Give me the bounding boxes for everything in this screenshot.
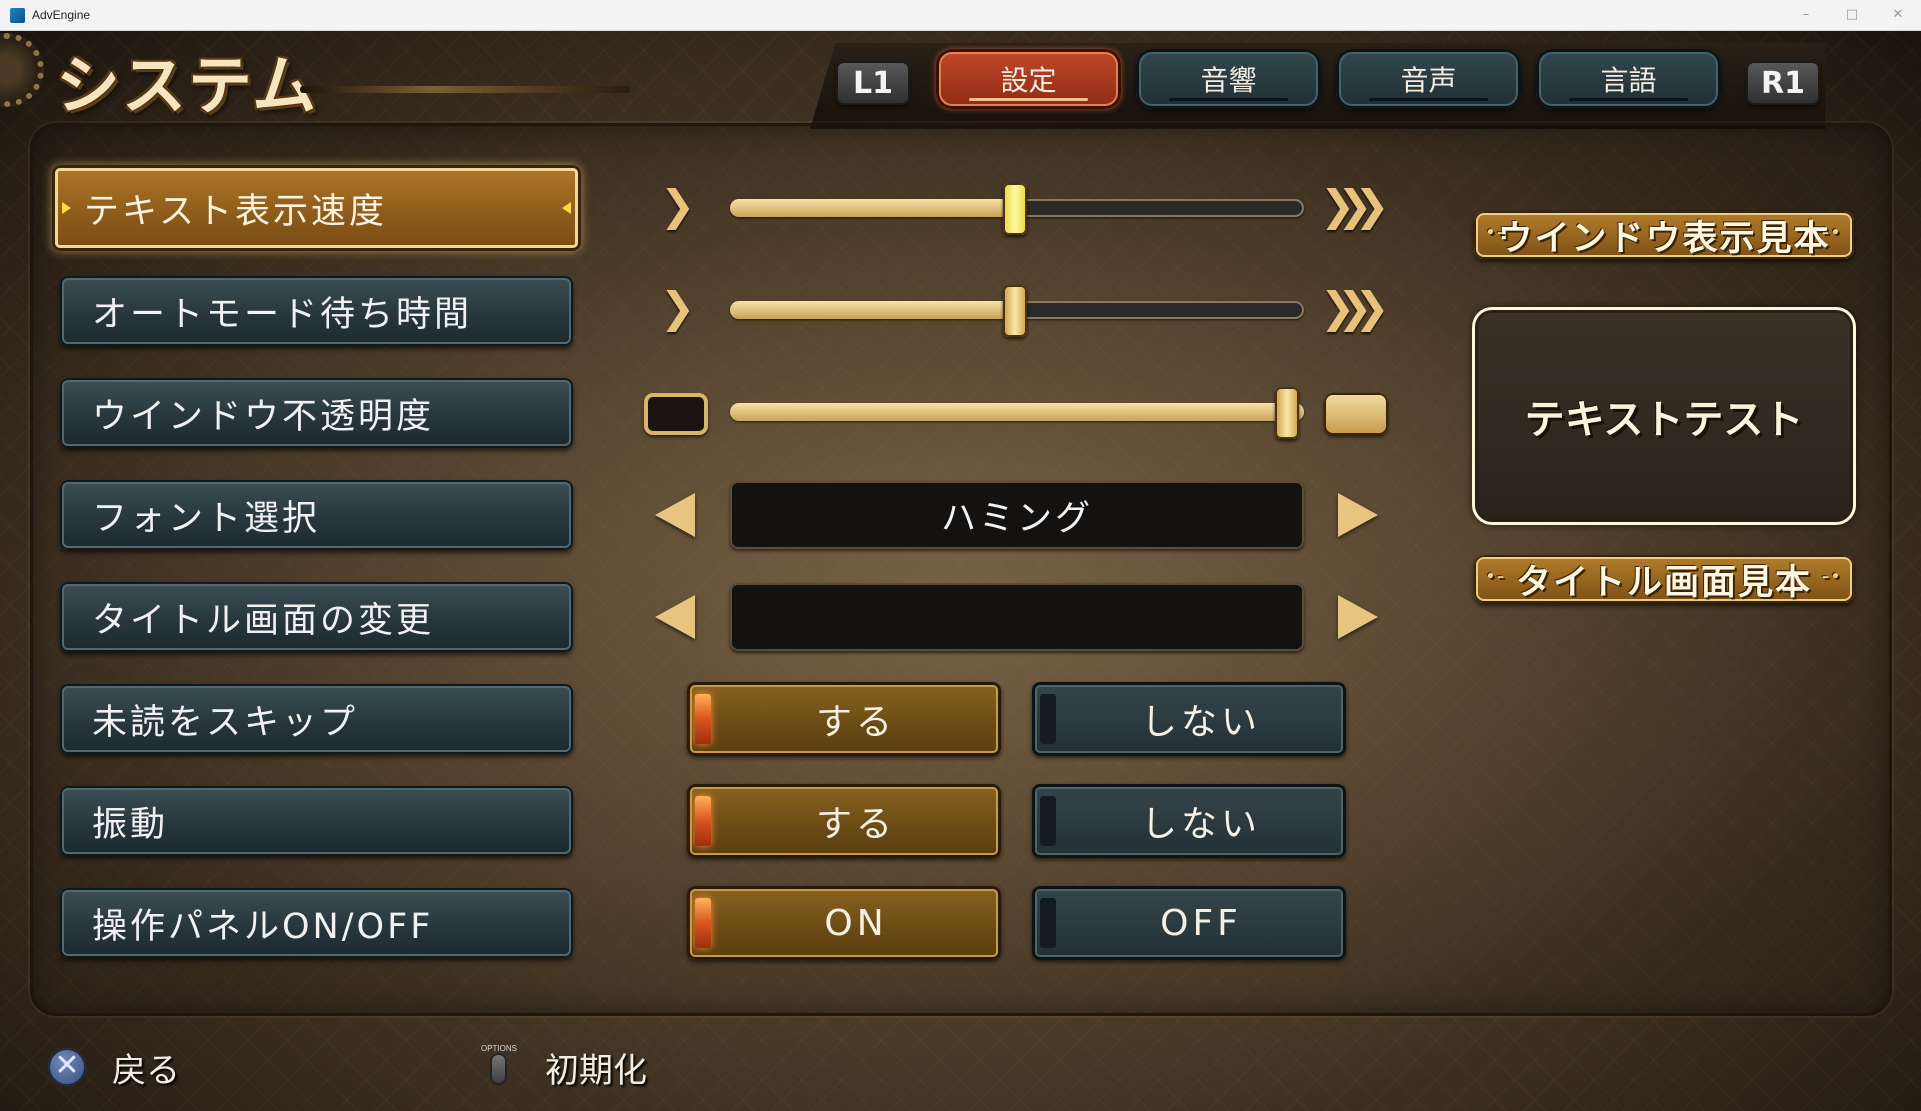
skip-unread-no-button[interactable]: しない — [1032, 682, 1346, 756]
preview-text: テキストテスト — [1524, 397, 1804, 443]
slider-thumb[interactable] — [1002, 183, 1027, 235]
tab-label: 設定 — [1000, 64, 1057, 97]
heading-label: タイトル画面見本 — [1515, 562, 1812, 603]
slow-speed-icon[interactable]: ❯ — [660, 181, 695, 230]
setting-label: 未読をスキップ — [92, 702, 359, 743]
vibration-yes-button[interactable]: する — [687, 784, 1001, 858]
off-indicator-lamp — [1040, 898, 1056, 948]
option-label: ON — [824, 902, 888, 944]
option-label: しない — [1140, 804, 1261, 845]
off-indicator-lamp — [1040, 694, 1056, 744]
slider-thumb[interactable] — [1275, 387, 1300, 439]
setting-label: 操作パネルON/OFF — [92, 906, 434, 947]
title-sample-heading: •– タイトル画面見本 –• — [1474, 555, 1854, 603]
options-button-icon[interactable] — [490, 1053, 507, 1085]
opaque-icon[interactable] — [1324, 393, 1388, 435]
fast-speed-icon[interactable]: ❯❯❯ — [1320, 283, 1389, 332]
title-divider — [300, 86, 630, 93]
fast-speed-icon[interactable]: ❯❯❯ — [1320, 181, 1389, 230]
window-opacity-slider[interactable] — [730, 403, 1304, 421]
setting-label: タイトル画面の変更 — [92, 600, 435, 641]
on-indicator-lamp — [695, 694, 711, 744]
tab-audio[interactable]: 音響 — [1136, 49, 1321, 109]
option-label: しない — [1140, 702, 1261, 743]
setting-label: 振動 — [92, 804, 169, 845]
options-caption: OPTIONS — [481, 1044, 518, 1053]
setting-auto-mode-wait[interactable]: オートモード待ち時間 — [60, 276, 573, 346]
tab-underline — [1369, 98, 1488, 101]
option-label: OFF — [1160, 902, 1242, 944]
setting-title-screen-change[interactable]: タイトル画面の変更 — [60, 582, 573, 652]
setting-font-select[interactable]: フォント選択 — [60, 480, 573, 550]
r1-bumper-button[interactable]: R1 — [1746, 61, 1820, 105]
font-value-display: ハミング — [730, 481, 1304, 549]
next-arrow-icon[interactable] — [1338, 595, 1378, 639]
maximize-icon[interactable]: □ — [1829, 0, 1875, 31]
close-icon[interactable]: ✕ — [1875, 0, 1921, 31]
setting-vibration[interactable]: 振動 — [60, 786, 573, 856]
skip-unread-yes-button[interactable]: する — [687, 682, 1001, 756]
ornament-icon: •– — [1486, 225, 1506, 241]
ornament-icon: –• — [1822, 225, 1842, 241]
option-label: する — [815, 804, 896, 845]
page-title: システム — [56, 50, 319, 124]
ornament-icon: •– — [1486, 569, 1506, 585]
tab-underline — [1169, 98, 1288, 101]
selection-marker-icon — [62, 202, 71, 214]
tab-underline — [1569, 98, 1688, 101]
reset-label[interactable]: 初期化 — [545, 1043, 647, 1092]
off-indicator-lamp — [1040, 796, 1056, 846]
window-title: AdvEngine — [32, 8, 91, 22]
back-label[interactable]: 戻る — [112, 1043, 180, 1092]
slider-fill — [730, 403, 1304, 421]
control-panel-off-button[interactable]: OFF — [1032, 886, 1346, 960]
on-indicator-lamp — [695, 796, 711, 846]
previous-arrow-icon[interactable] — [655, 493, 695, 537]
l1-bumper-button[interactable]: L1 — [836, 61, 910, 105]
title-screen-value-display — [730, 583, 1304, 651]
transparent-icon[interactable] — [644, 393, 708, 435]
window-titlebar: AdvEngine – □ ✕ — [0, 0, 1921, 31]
tab-label: 音響 — [1200, 64, 1257, 97]
window-sample-preview: テキストテスト — [1472, 307, 1856, 525]
tab-voice[interactable]: 音声 — [1336, 49, 1521, 109]
on-indicator-lamp — [695, 898, 711, 948]
ornament-icon: –• — [1822, 569, 1842, 585]
setting-control-panel[interactable]: 操作パネルON/OFF — [60, 888, 573, 958]
selection-marker-icon — [562, 202, 571, 214]
option-label: する — [815, 702, 896, 743]
tab-label: 音声 — [1400, 64, 1457, 97]
next-arrow-icon[interactable] — [1338, 493, 1378, 537]
setting-label: テキスト表示速度 — [84, 191, 387, 232]
setting-window-opacity[interactable]: ウインドウ不透明度 — [60, 378, 573, 448]
setting-label: ウインドウ不透明度 — [92, 396, 435, 437]
tab-language[interactable]: 言語 — [1536, 49, 1721, 109]
previous-arrow-icon[interactable] — [655, 595, 695, 639]
slider-fill — [730, 199, 1017, 217]
cross-button-icon[interactable]: ✕ — [48, 1048, 86, 1086]
app-icon — [10, 8, 25, 23]
slider-fill — [730, 301, 1017, 319]
slow-speed-icon[interactable]: ❯ — [660, 283, 695, 332]
game-stage: システム L1 設定 音響 音声 言語 R1 テキスト表示速度 ❯ ❯❯❯ オー… — [0, 31, 1921, 1111]
setting-skip-unread[interactable]: 未読をスキップ — [60, 684, 573, 754]
setting-label: フォント選択 — [92, 498, 321, 539]
tab-settings[interactable]: 設定 — [936, 49, 1121, 109]
setting-label: オートモード待ち時間 — [92, 294, 473, 335]
heading-label: ウインドウ表示見本 — [1497, 218, 1831, 259]
slider-thumb[interactable] — [1002, 285, 1027, 337]
tab-label: 言語 — [1600, 64, 1657, 97]
setting-text-speed[interactable]: テキスト表示速度 — [52, 165, 581, 251]
minimize-icon[interactable]: – — [1783, 0, 1829, 31]
gear-icon — [0, 33, 44, 107]
control-panel-on-button[interactable]: ON — [687, 886, 1001, 960]
vibration-no-button[interactable]: しない — [1032, 784, 1346, 858]
window-sample-heading: •– ウインドウ表示見本 –• — [1474, 211, 1854, 259]
tab-underline — [969, 98, 1088, 101]
